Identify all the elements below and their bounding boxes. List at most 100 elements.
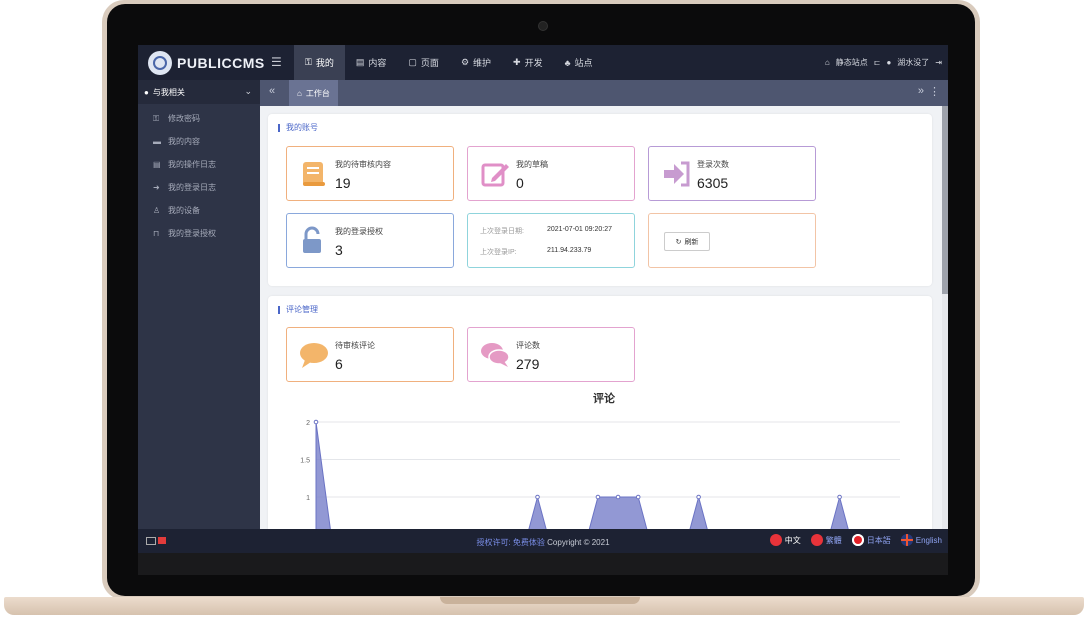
site-icon[interactable]: ⊏ <box>874 58 881 67</box>
nav-label: 开发 <box>525 56 543 69</box>
card-login-auth[interactable]: 我的登录授权 3 <box>286 213 454 268</box>
home-icon: ⌂ <box>825 58 830 67</box>
sidebar-item-label: 我的登录授权 <box>168 228 216 239</box>
data-point[interactable] <box>596 495 600 499</box>
sidebar-item-login-log[interactable]: ➜ 我的登录日志 <box>138 176 260 199</box>
sidebar-item-label: 我的内容 <box>168 136 200 147</box>
card-value: 279 <box>516 356 539 372</box>
sidebar-item-label: 我的设备 <box>168 205 200 216</box>
nav-item-page[interactable]: ▢ 页面 <box>397 45 450 80</box>
nav-label: 站点 <box>575 56 593 69</box>
sidebar-item-label: 我的操作日志 <box>168 159 216 170</box>
sidebar-header[interactable]: ● 与我相关 ⌄ <box>138 80 260 104</box>
data-point[interactable] <box>838 495 842 499</box>
sidebar-item-devices[interactable]: ♙ 我的设备 <box>138 199 260 222</box>
nav-label: 维护 <box>473 56 491 69</box>
data-point[interactable] <box>636 495 640 499</box>
data-point[interactable] <box>697 495 701 499</box>
refresh-label: 刷新 <box>684 237 698 247</box>
top-right-actions: ⌂ 静态站点 ⊏ ● 湖水没了 ⇥ <box>825 45 942 80</box>
refresh-button[interactable]: ↻ 刷新 <box>664 232 710 251</box>
unlock-icon <box>299 226 329 256</box>
scrollbar[interactable] <box>942 106 948 529</box>
lang-traditional-chinese[interactable]: 繁體 <box>811 534 842 546</box>
nav-item-content[interactable]: ▤ 内容 <box>345 45 398 80</box>
top-bar: PUBLICCMS ☰ ⚿ 我的 ▤ 内容 ▢ 页面 ⚙ 维护 ✚ 开发 <box>138 45 948 80</box>
panel-title: 评论管理 <box>278 306 318 314</box>
home-icon: ⌂ <box>297 89 302 98</box>
china-flag-icon <box>770 534 782 546</box>
sidebar-header-label: 与我相关 <box>153 87 185 98</box>
double-chevron-right-icon[interactable]: » <box>918 85 924 97</box>
sidebar-item-operation-log[interactable]: ▤ 我的操作日志 <box>138 153 260 176</box>
card-pending-comments[interactable]: 待审核评论 6 <box>286 327 454 382</box>
comments-chart: 21.51 <box>268 408 932 529</box>
sidebar-item-change-password[interactable]: ⚿ 修改密码 <box>138 107 260 130</box>
sidebar-item-label: 修改密码 <box>168 113 200 124</box>
lang-label: English <box>916 536 942 545</box>
laptop-notch <box>440 597 640 604</box>
sidebar-item-login-auth[interactable]: ⊓ 我的登录授权 <box>138 222 260 245</box>
card-label: 评论数 <box>516 340 540 351</box>
chart-title: 评论 <box>268 390 940 406</box>
data-point[interactable] <box>536 495 540 499</box>
book-icon <box>299 159 329 189</box>
card-label: 我的登录授权 <box>335 226 383 237</box>
linux-icon: ♙ <box>153 206 162 215</box>
double-chevron-left-icon[interactable]: « <box>269 85 275 97</box>
screen: PUBLICCMS ☰ ⚿ 我的 ▤ 内容 ▢ 页面 ⚙ 维护 ✚ 开发 <box>138 45 948 553</box>
card-value: 6305 <box>697 175 728 191</box>
card-login-count[interactable]: 登录次数 6305 <box>648 146 816 201</box>
lang-japanese[interactable]: 日本語 <box>852 534 891 546</box>
tab-label: 工作台 <box>306 88 330 99</box>
copyright: Copyright © 2021 <box>547 538 609 547</box>
sidebar-item-label: 我的登录日志 <box>168 182 216 193</box>
nav-item-mine[interactable]: ⚿ 我的 <box>294 45 345 80</box>
logo[interactable]: PUBLICCMS <box>148 49 265 76</box>
card-pending-content[interactable]: 我的待审核内容 19 <box>286 146 454 201</box>
traditional-flag-icon <box>811 534 823 546</box>
last-login-ip-label: 上次登录IP: <box>480 247 517 257</box>
nav-item-maintain[interactable]: ⚙ 维护 <box>450 45 502 80</box>
file-icon: ▤ <box>356 57 365 68</box>
list-icon: ▤ <box>153 160 162 169</box>
puzzle-icon: ✚ <box>513 57 521 68</box>
logout-icon[interactable]: ⇥ <box>935 58 942 67</box>
sidebar-item-my-content[interactable]: ▬ 我的内容 <box>138 130 260 153</box>
uk-flag-icon <box>901 534 913 546</box>
card-comment-count[interactable]: 评论数 279 <box>467 327 635 382</box>
last-login-date: 2021-07-01 09:20:27 <box>547 226 612 233</box>
comment-icon <box>299 340 329 370</box>
screen-chin <box>138 553 948 575</box>
footer: 授权许可: 免费体验 Copyright © 2021 中文 繁體 日本語 En… <box>138 529 948 553</box>
lang-english[interactable]: English <box>901 534 942 546</box>
more-vertical-icon[interactable]: ⋮ <box>929 85 940 98</box>
user-icon: ● <box>144 88 149 97</box>
lang-label: 中文 <box>785 535 801 546</box>
chevron-down-icon: ⌄ <box>244 86 252 97</box>
license-link[interactable]: 授权许可: 免费体验 <box>476 538 544 547</box>
card-last-login: 上次登录日期: 2021-07-01 09:20:27 上次登录IP: 211.… <box>467 213 635 268</box>
refresh-icon: ↻ <box>676 238 682 246</box>
main-content: 我的账号 我的待审核内容 19 我的草稿 0 <box>260 106 948 529</box>
tab-workbench[interactable]: ⌂ 工作台 <box>289 80 338 106</box>
card-label: 我的草稿 <box>516 159 548 170</box>
sidebar: ● 与我相关 ⌄ ⚿ 修改密码 ▬ 我的内容 ▤ 我的操作日志 ➜ 我的登录日志… <box>138 80 260 529</box>
data-point[interactable] <box>314 420 318 424</box>
data-point[interactable] <box>616 495 620 499</box>
nav-item-develop[interactable]: ✚ 开发 <box>502 45 554 80</box>
scrollbar-thumb[interactable] <box>942 106 948 294</box>
card-refresh: ↻ 刷新 <box>648 213 816 268</box>
nav-label: 我的 <box>316 56 334 69</box>
menu-icon[interactable]: ☰ <box>271 55 282 69</box>
lang-chinese[interactable]: 中文 <box>770 534 801 546</box>
sitemap-icon: ♣ <box>565 58 571 68</box>
card-drafts[interactable]: 我的草稿 0 <box>467 146 635 201</box>
last-login-date-label: 上次登录日期: <box>480 226 524 236</box>
nav-item-site[interactable]: ♣ 站点 <box>554 45 604 80</box>
edit-icon <box>480 159 510 189</box>
user-name[interactable]: 湖水没了 <box>897 57 929 68</box>
static-site-link[interactable]: 静态站点 <box>836 57 868 68</box>
logo-mark-icon <box>148 51 172 75</box>
language-switcher: 中文 繁體 日本語 English <box>770 534 942 546</box>
